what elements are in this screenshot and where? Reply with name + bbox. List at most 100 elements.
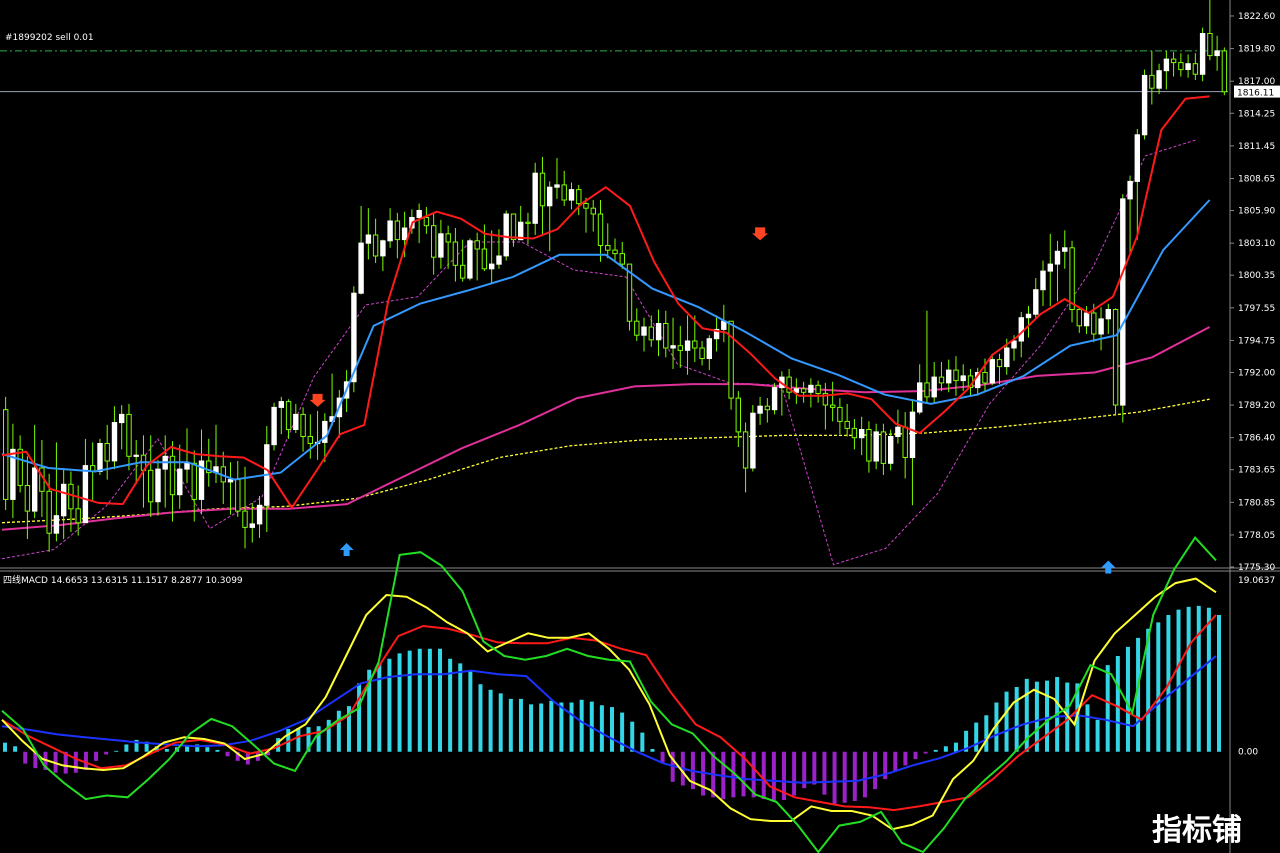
candle-body [525,221,531,224]
candle-body [365,234,372,244]
candle-body [547,186,553,207]
candle-body [844,420,850,429]
candle-body [235,479,241,512]
candle-body [1011,340,1017,349]
candle-body [82,465,89,524]
candle-body [242,510,248,528]
candle-body [721,320,727,330]
candle-body [481,248,488,270]
candle-body [46,490,52,534]
candle-body [431,225,437,258]
price-axis-label: 1803.10 [1238,239,1275,249]
candle-body [605,245,611,251]
price-axis-label: 1822.60 [1238,12,1275,22]
candle-body [126,413,132,457]
candle-body [249,523,256,528]
price-axis-label: 1792.00 [1238,368,1275,378]
candle-body [917,382,923,413]
candle-body [532,172,538,224]
candle-body [380,240,386,257]
candle-body [1149,74,1155,89]
macd-indicator-label: 四线MACD 14.6653 13.6315 11.1517 8.2877 10… [3,574,243,586]
candle-body [394,220,401,241]
candle-body [989,359,995,384]
trading-chart-canvas[interactable]: 1822.601819.801817.001814.251811.451808.… [0,0,1280,853]
candle-body [612,249,618,255]
candle-body [293,413,299,430]
candle-body [692,340,698,349]
candle-body [742,431,749,469]
candle-body [401,227,408,241]
candle-body [677,345,683,351]
candle-body [895,426,901,438]
price-axis-label: 1786.40 [1238,434,1275,444]
watermark-logo: 指标铺 [1152,813,1242,848]
candle-body [808,384,814,393]
candle-body [663,323,669,349]
candle-body [1040,270,1046,291]
candle-body [1018,317,1024,342]
current-price-label: 1816.11 [1237,89,1274,99]
candle-body [423,217,430,227]
candle-body [307,436,314,444]
candle-body [590,207,596,215]
candle-body [104,443,110,462]
candle-body [97,443,103,472]
candle-body [996,359,1003,368]
candle-body [1178,62,1184,71]
order-line-label: #1899202 sell 0.01 [5,33,94,43]
price-axis-label: 1789.20 [1238,401,1275,411]
candle-body [670,345,676,349]
candle-body [909,411,916,459]
candle-body [191,462,198,500]
candle-body [982,372,988,384]
candle-body [866,429,872,462]
price-axis-label: 1819.80 [1238,45,1275,55]
candle-body [1047,263,1053,272]
candle-body [837,406,843,422]
candle-body [815,384,821,394]
candle-body [1199,33,1206,75]
candle-body [597,213,604,246]
candle-body [155,468,161,503]
price-axis-label: 1808.65 [1238,174,1275,184]
candle-body [684,340,691,351]
price-axis-label: 1775.30 [1238,563,1275,573]
candle-body [750,412,756,469]
candle-body [851,427,858,439]
candle-body [438,233,444,258]
candle-body [1025,313,1032,319]
candle-body [648,326,654,341]
candle-body [583,203,589,209]
macd-axis-label: 0.00 [1238,748,1258,758]
price-axis-label: 1794.75 [1238,336,1275,346]
candle-body [873,431,879,462]
candle-body [467,240,473,279]
candle-body [1192,63,1199,75]
candle-body [271,406,277,446]
candle-body [510,213,517,241]
candle-body [1062,247,1068,252]
candle-body [728,320,734,399]
candle-body [1054,250,1061,265]
candle-body [111,422,118,462]
candle-body [924,382,930,398]
candle-body [764,405,771,411]
candle-body [800,388,807,393]
candle-body [17,448,23,486]
candle-body [1105,309,1111,320]
candle-body [554,184,560,188]
candle-body [61,483,67,517]
price-axis-label: 1783.65 [1238,466,1275,476]
candle-body [1127,180,1133,200]
candle-body [946,369,952,384]
candle-body [902,426,908,459]
candle-body [859,429,865,439]
candle-body [1098,318,1104,335]
candle-body [953,369,959,382]
candle-body [278,401,285,408]
candle-body [1091,312,1097,335]
price-axis-label: 1814.25 [1238,109,1275,119]
candle-body [576,189,582,205]
candle-body [1112,309,1119,406]
